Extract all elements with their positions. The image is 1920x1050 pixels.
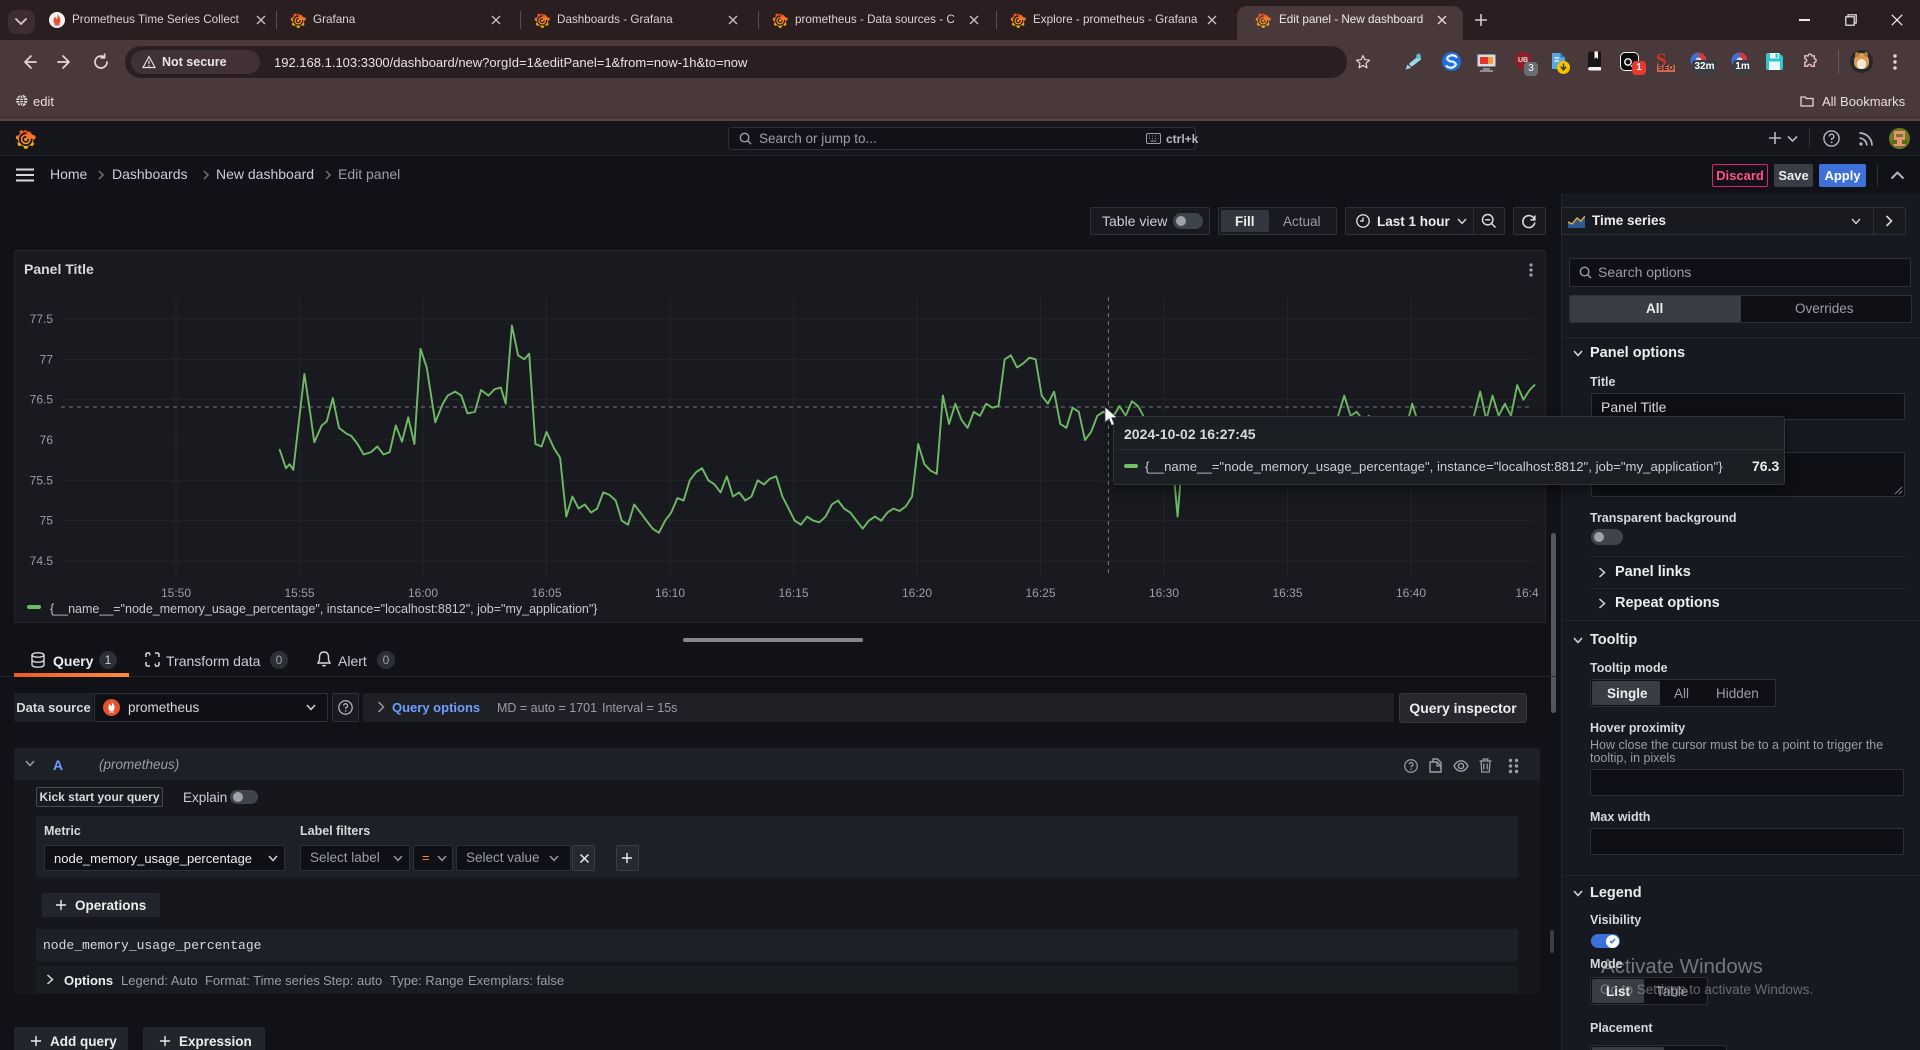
- svg-text:16:25: 16:25: [1025, 586, 1055, 600]
- svg-text:76.5: 76.5: [30, 393, 54, 407]
- svg-text:15:55: 15:55: [284, 586, 314, 600]
- svg-text:77: 77: [40, 352, 54, 366]
- svg-text:16:40: 16:40: [1396, 586, 1426, 600]
- svg-text:74.5: 74.5: [30, 554, 54, 568]
- svg-text:16:00: 16:00: [408, 586, 438, 600]
- svg-text:75: 75: [40, 514, 54, 528]
- svg-text:75.5: 75.5: [30, 473, 54, 487]
- svg-text:16:20: 16:20: [902, 586, 932, 600]
- svg-text:16:15: 16:15: [778, 586, 808, 600]
- svg-text:{__name__="node_memory_usage_p: {__name__="node_memory_usage_percentage"…: [50, 602, 598, 616]
- svg-text:16:4: 16:4: [1515, 586, 1539, 600]
- svg-text:76: 76: [40, 433, 54, 447]
- svg-text:16:30: 16:30: [1149, 586, 1179, 600]
- svg-text:77.5: 77.5: [30, 312, 54, 326]
- svg-text:15:50: 15:50: [161, 586, 191, 600]
- svg-text:16:10: 16:10: [655, 586, 685, 600]
- svg-text:16:05: 16:05: [531, 586, 561, 600]
- svg-text:16:35: 16:35: [1272, 586, 1302, 600]
